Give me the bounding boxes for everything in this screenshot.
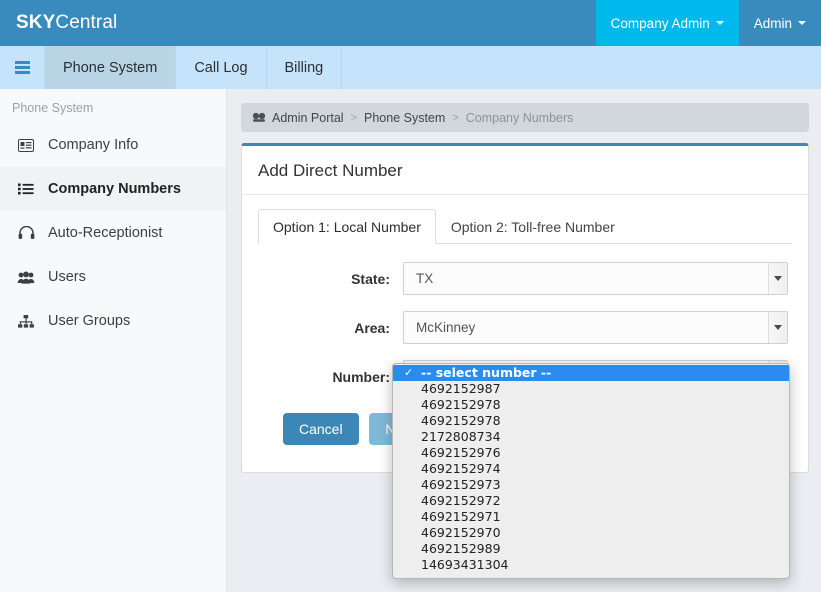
sidebar-item-company-numbers[interactable]: Company Numbers	[0, 167, 226, 211]
dropdown-option[interactable]: 4692152987	[393, 381, 789, 397]
hamburger-icon[interactable]	[0, 46, 45, 89]
dropdown-option[interactable]: 4692152978	[393, 397, 789, 413]
page-title: Add Direct Number	[242, 146, 808, 195]
nav-tab-label: Phone System	[63, 59, 158, 76]
breadcrumb-item-phone-system[interactable]: Phone System	[364, 111, 445, 125]
dropdown-option[interactable]: 2172808734	[393, 429, 789, 445]
dropdown-option-label: 4692152972	[421, 493, 501, 508]
dropdown-option-label: 4692152978	[421, 397, 501, 412]
dropdown-option-label: 4692152971	[421, 509, 501, 524]
check-icon: ✓	[404, 366, 414, 379]
breadcrumb-separator: >	[452, 111, 459, 124]
tab-toll-free-number[interactable]: Option 2: Toll-free Number	[436, 209, 630, 244]
brand-name-rest: Central	[55, 12, 118, 33]
dropdown-option-label: 4692152974	[421, 461, 501, 476]
tab-label: Option 1: Local Number	[273, 219, 421, 235]
dropdown-option[interactable]: 4692152970	[393, 525, 789, 541]
state-label: State:	[351, 270, 390, 287]
dropdown-option-label: 4692152978	[421, 413, 501, 428]
id-card-icon	[14, 138, 38, 152]
brand-logo[interactable]: SKY Central	[0, 0, 131, 46]
dropdown-option-label: 4692152987	[421, 381, 501, 396]
nav-tab-call-log[interactable]: Call Log	[176, 46, 267, 89]
sidebar-item-label: Company Numbers	[48, 181, 181, 197]
breadcrumb-separator: >	[350, 111, 357, 124]
state-select[interactable]: TX	[403, 262, 788, 295]
dropdown-option[interactable]: 4692152973	[393, 477, 789, 493]
sidebar-item-company-info[interactable]: Company Info	[0, 123, 226, 167]
sidebar-item-label: Auto-Receptionist	[48, 225, 163, 241]
state-select-value: TX	[416, 271, 434, 286]
chevron-down-icon	[798, 21, 806, 25]
sidebar-item-label: Users	[48, 269, 86, 285]
number-dropdown-list[interactable]: ✓ -- select number -- 4692152987 4692152978…	[392, 363, 790, 579]
sidebar-item-user-groups[interactable]: User Groups	[0, 299, 226, 343]
breadcrumb-item-company-numbers: Company Numbers	[465, 110, 574, 125]
sidebar-heading: Phone System	[12, 101, 94, 115]
sitemap-icon	[14, 314, 38, 328]
dropdown-option-label: 2172808734	[421, 429, 501, 444]
area-form-row: Area: McKinney	[258, 311, 792, 344]
state-form-row: State: TX	[258, 262, 792, 295]
headset-icon	[14, 226, 38, 240]
tab-label: Option 2: Toll-free Number	[450, 219, 615, 235]
breadcrumb-item-admin-portal[interactable]: Admin Portal	[272, 111, 344, 125]
chevron-down-icon[interactable]	[768, 263, 787, 294]
dropdown-option-label: 4692152976	[421, 445, 501, 460]
dropdown-option[interactable]: ✓ -- select number --	[393, 365, 789, 381]
area-label: Area:	[354, 319, 390, 336]
secondary-nav-bar: Phone System Call Log Billing	[0, 46, 821, 89]
dropdown-option-label: 4692152973	[421, 477, 501, 492]
dropdown-option-label: 14693431304	[421, 557, 509, 572]
list-icon	[14, 183, 38, 195]
sidebar-item-users[interactable]: Users	[0, 255, 226, 299]
brand-name-bold: SKY	[16, 12, 56, 33]
sidebar-item-label: Company Info	[48, 137, 139, 153]
dropdown-option-label: -- select number --	[421, 365, 552, 380]
dropdown-option[interactable]: 4692152971	[393, 509, 789, 525]
admin-menu-label: Admin	[753, 15, 792, 31]
dropdown-option[interactable]: 4692152974	[393, 461, 789, 477]
hamburger-bars	[14, 59, 30, 77]
company-admin-menu[interactable]: Company Admin	[595, 0, 739, 46]
nav-tab-label: Billing	[284, 59, 324, 76]
area-select[interactable]: McKinney	[403, 311, 788, 344]
nav-tab-label: Call Log	[194, 59, 248, 76]
admin-menu[interactable]: Admin	[739, 0, 821, 46]
dropdown-option[interactable]: 4692152976	[393, 445, 789, 461]
sidebar: Phone System Company Info Company Number…	[0, 89, 227, 592]
area-select-value: McKinney	[416, 320, 476, 335]
dropdown-option-label: 4692152970	[421, 525, 501, 540]
chevron-down-icon[interactable]	[768, 312, 787, 343]
dropdown-option[interactable]: 4692152978	[393, 413, 789, 429]
portal-icon	[252, 112, 266, 123]
users-icon	[14, 271, 38, 284]
number-label: Number:	[332, 368, 390, 385]
tab-local-number[interactable]: Option 1: Local Number	[258, 209, 436, 244]
nav-tab-billing[interactable]: Billing	[267, 46, 343, 89]
chevron-down-icon	[715, 21, 724, 25]
nav-tab-phone-system[interactable]: Phone System	[45, 46, 177, 89]
header-spacer	[131, 0, 595, 46]
top-header-bar: SKY Central Company Admin Admin	[0, 0, 821, 46]
form-tab-list: Option 1: Local Number Option 2: Toll-fr…	[258, 209, 792, 244]
sidebar-item-auto-receptionist[interactable]: Auto-Receptionist	[0, 211, 226, 255]
dropdown-option[interactable]: 4692152989	[393, 541, 789, 557]
cancel-button[interactable]: Cancel	[283, 413, 359, 445]
company-admin-menu-label: Company Admin	[610, 15, 710, 31]
dropdown-option[interactable]: 14693431304	[393, 557, 789, 573]
dropdown-option[interactable]: 4692152972	[393, 493, 789, 509]
dropdown-option-label: 4692152989	[421, 541, 501, 556]
breadcrumb: Admin Portal > Phone System > Company Nu…	[241, 103, 809, 132]
sidebar-item-label: User Groups	[48, 313, 131, 329]
